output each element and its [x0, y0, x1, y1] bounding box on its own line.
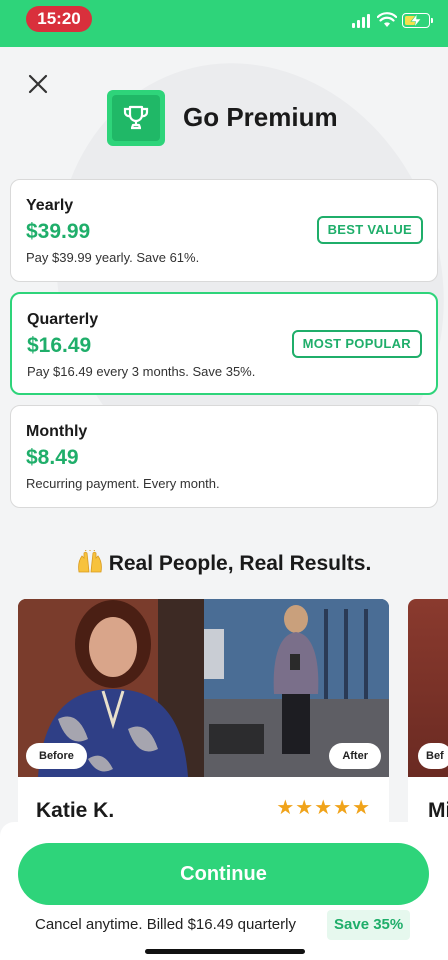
- plan-description: Pay $39.99 yearly. Save 61%.: [26, 250, 200, 265]
- billing-note: Cancel anytime. Billed $16.49 quarterly: [35, 916, 296, 933]
- testimonial-name: Mi: [428, 799, 448, 822]
- continue-button[interactable]: Continue: [18, 843, 429, 905]
- after-label: After: [329, 743, 381, 769]
- raising-hands-icon: [77, 550, 102, 573]
- before-photo: Before: [18, 599, 204, 777]
- after-photo: After: [204, 599, 389, 777]
- signal-icon: [352, 14, 372, 28]
- before-label: Bef: [418, 743, 448, 769]
- before-label: Before: [26, 743, 87, 769]
- plan-price: $39.99: [26, 220, 91, 243]
- status-bar: 15:20: [0, 0, 448, 47]
- close-icon[interactable]: [22, 68, 54, 100]
- plan-card-quarterly[interactable]: Quarterly $16.49 Pay $16.49 every 3 mont…: [10, 292, 438, 395]
- plan-name: Yearly: [26, 197, 74, 214]
- plan-name: Monthly: [26, 423, 88, 440]
- testimonial-card[interactable]: Before After Katie K. ★★★★★: [18, 599, 389, 859]
- plan-price: $16.49: [27, 334, 92, 357]
- most-popular-badge: MOST POPULAR: [291, 330, 422, 358]
- plan-name: Quarterly: [27, 311, 99, 328]
- results-heading-text: Real People, Real Results.: [108, 552, 372, 575]
- home-indicator[interactable]: [145, 949, 305, 954]
- page-title: Go Premium: [183, 102, 338, 132]
- trophy-icon-tile: [107, 90, 165, 146]
- star-rating: ★★★★★: [276, 797, 371, 819]
- testimonial-card-next[interactable]: Bef Mi: [408, 599, 448, 859]
- plan-card-yearly[interactable]: Yearly $39.99 Pay $39.99 yearly. Save 61…: [10, 179, 438, 282]
- trophy-icon: [123, 105, 149, 130]
- battery-charging-icon: [402, 13, 433, 28]
- save-badge: Save 35%: [327, 910, 411, 940]
- status-time: 15:20: [26, 6, 92, 32]
- plan-card-monthly[interactable]: Monthly $8.49 Recurring payment. Every m…: [10, 405, 438, 508]
- before-photo: Bef: [408, 599, 448, 777]
- plan-description: Recurring payment. Every month.: [26, 476, 220, 491]
- plan-price: $8.49: [26, 446, 79, 469]
- wifi-icon: [377, 12, 397, 27]
- plan-description: Pay $16.49 every 3 months. Save 35%.: [27, 364, 256, 379]
- best-value-badge: BEST VALUE: [316, 216, 423, 244]
- testimonial-name: Katie K.: [36, 799, 115, 822]
- results-heading: Real People, Real Results.: [0, 550, 448, 576]
